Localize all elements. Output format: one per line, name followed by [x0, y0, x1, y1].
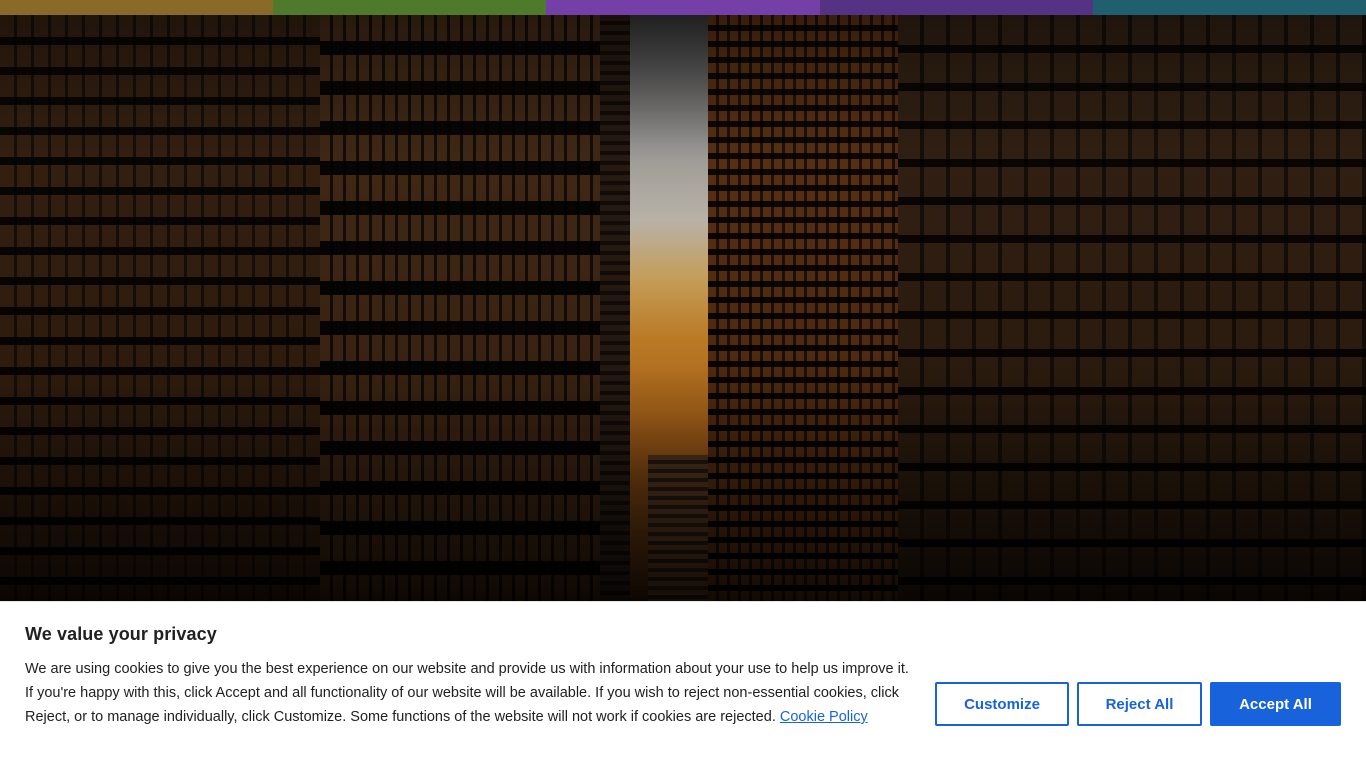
hero-background-image [0, 15, 1366, 601]
reject-all-button[interactable]: Reject All [1077, 682, 1202, 726]
cookie-consent-banner: We value your privacy We are using cooki… [0, 601, 1366, 768]
color-strip-segment-1 [0, 0, 274, 15]
accept-all-button[interactable]: Accept All [1210, 682, 1341, 726]
cookie-policy-link[interactable]: Cookie Policy [780, 709, 868, 725]
customize-button[interactable]: Customize [935, 682, 1069, 726]
color-strip-segment-3 [546, 0, 820, 15]
top-color-strip [0, 0, 1366, 15]
color-strip-segment-5 [1092, 0, 1366, 15]
cookie-banner-title: We value your privacy [25, 624, 217, 644]
cookie-message-text: We are using cookies to give you the bes… [25, 661, 909, 725]
color-strip-segment-4 [819, 0, 1093, 15]
color-strip-segment-2 [273, 0, 547, 15]
hero-overlay [0, 15, 1366, 601]
cookie-banner-message: We are using cookies to give you the bes… [25, 657, 910, 729]
